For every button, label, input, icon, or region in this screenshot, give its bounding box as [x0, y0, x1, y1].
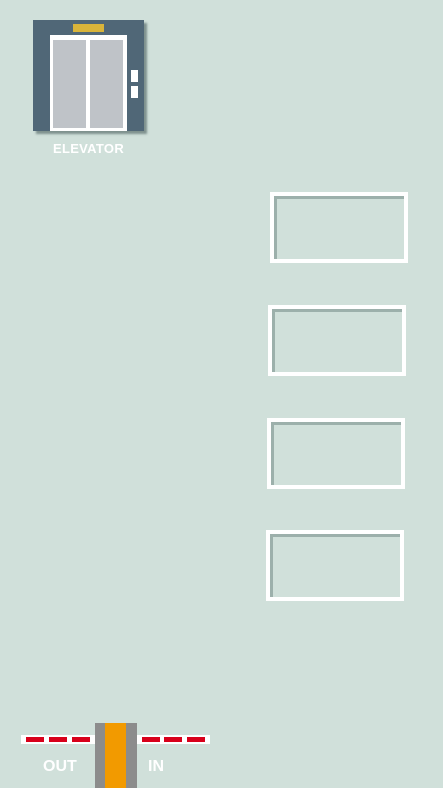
elevator-doors — [50, 35, 127, 131]
parking-slot-3[interactable] — [267, 418, 405, 489]
barrier-stripe — [49, 737, 67, 742]
elevator-door-right — [90, 40, 123, 128]
exit-barrier[interactable] — [21, 735, 95, 744]
parking-slot-4[interactable] — [266, 530, 404, 601]
elevator-up-button — [131, 70, 138, 82]
barrier-stripe — [26, 737, 44, 742]
barrier-stripe — [142, 737, 160, 742]
gate-in-label: IN — [148, 758, 164, 775]
barrier-stripe — [164, 737, 182, 742]
barrier-stripe — [72, 737, 90, 742]
elevator-floor-indicator — [73, 24, 104, 32]
elevator-icon[interactable] — [33, 20, 144, 131]
barrier-stripe — [187, 737, 205, 742]
elevator-label: ELEVATOR — [52, 141, 125, 156]
elevator-door-left — [53, 40, 86, 128]
parking-slot-1[interactable] — [270, 192, 408, 263]
parking-slot-2[interactable] — [268, 305, 406, 376]
elevator-down-button — [131, 86, 138, 98]
entry-barrier[interactable] — [137, 735, 210, 744]
gate-post-light — [105, 723, 126, 788]
gate-post — [95, 723, 137, 788]
gate-out-label: OUT — [43, 758, 77, 775]
